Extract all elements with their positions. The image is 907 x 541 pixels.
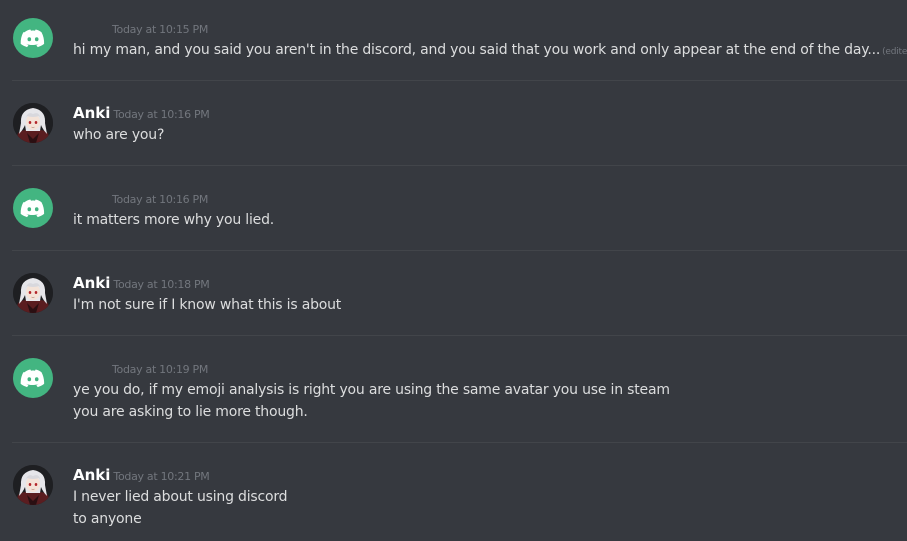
message-divider: [12, 442, 907, 443]
username[interactable]: Anki: [73, 466, 110, 484]
discord-default-avatar-icon[interactable]: [13, 188, 53, 228]
message-text: you are asking to lie more though.: [73, 404, 308, 420]
timestamp: Today at 10:15 PM: [112, 23, 209, 36]
username[interactable]: Anki: [73, 274, 110, 292]
message-content: hi my man, and you said you aren't in th…: [73, 39, 907, 63]
message-divider: [12, 335, 907, 336]
message-text: hi my man, and you said you aren't in th…: [73, 42, 881, 58]
anki-avatar-icon[interactable]: [13, 465, 53, 505]
message-header: Anki Today at 10:21 PM: [73, 465, 210, 485]
message-content: I'm not sure if I know what this is abou…: [73, 294, 341, 316]
message-header: Today at 10:15 PM: [73, 18, 208, 38]
timestamp: Today at 10:19 PM: [112, 363, 209, 376]
anki-avatar-icon[interactable]: [13, 103, 53, 143]
message-text: it matters more why you lied.: [73, 212, 275, 228]
timestamp: Today at 10:16 PM: [113, 108, 210, 121]
message-text: I never lied about using discord: [73, 489, 288, 505]
message-content: ye you do, if my emoji analysis is right…: [73, 379, 670, 423]
username[interactable]: Anki: [73, 104, 110, 122]
message-divider: [12, 165, 907, 166]
anki-avatar-icon[interactable]: [13, 273, 53, 313]
timestamp: Today at 10:21 PM: [113, 470, 210, 483]
message-header: Today at 10:16 PM: [73, 188, 208, 208]
message-content: it matters more why you lied.: [73, 209, 274, 231]
message-header: Anki Today at 10:18 PM: [73, 273, 210, 293]
discord-default-avatar-icon[interactable]: [13, 18, 53, 58]
discord-default-avatar-icon[interactable]: [13, 358, 53, 398]
message-text: to anyone: [73, 511, 142, 527]
message-divider: [12, 250, 907, 251]
message-header: Anki Today at 10:16 PM: [73, 103, 210, 123]
timestamp: Today at 10:18 PM: [113, 278, 210, 291]
message-content: who are you?: [73, 124, 164, 146]
timestamp: Today at 10:16 PM: [112, 193, 209, 206]
chat-messages: Today at 10:15 PM hi my man, and you sai…: [0, 0, 907, 541]
message-text: I'm not sure if I know what this is abou…: [73, 297, 342, 313]
message-header: Today at 10:19 PM: [73, 358, 208, 378]
message-content: I never lied about using discord to anyo…: [73, 486, 288, 530]
edited-label: (edited): [882, 47, 907, 57]
message-text: ye you do, if my emoji analysis is right…: [73, 382, 670, 398]
message-text: who are you?: [73, 127, 165, 143]
message-divider: [12, 80, 907, 81]
